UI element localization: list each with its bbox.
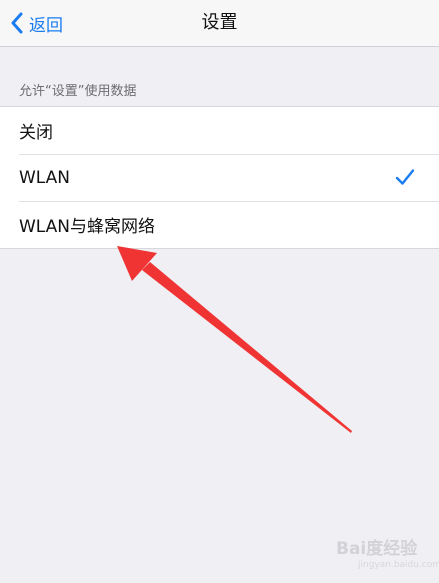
data-access-options: 关闭 WLAN WLAN与蜂窝网络 — [0, 106, 439, 249]
section-header: 允许“设置”使用数据 — [19, 84, 137, 99]
watermark-brand: Bai度经验 — [336, 539, 418, 559]
checkmark-icon — [395, 169, 415, 185]
option-label: 关闭 — [19, 123, 53, 143]
baidu-jingyan-watermark: Bai度经验 jingyan.baidu.com — [330, 532, 439, 576]
option-off[interactable]: 关闭 — [0, 107, 439, 154]
page-title: 设置 — [201, 12, 238, 33]
option-label: WLAN与蜂窝网络 — [19, 217, 156, 237]
watermark-url: jingyan.baidu.com — [358, 560, 439, 570]
navigation-bar: 返回 设置 — [0, 0, 439, 47]
option-label: WLAN — [19, 167, 71, 188]
option-wlan-and-cellular[interactable]: WLAN与蜂窝网络 — [0, 201, 439, 248]
option-wlan[interactable]: WLAN — [0, 154, 439, 201]
